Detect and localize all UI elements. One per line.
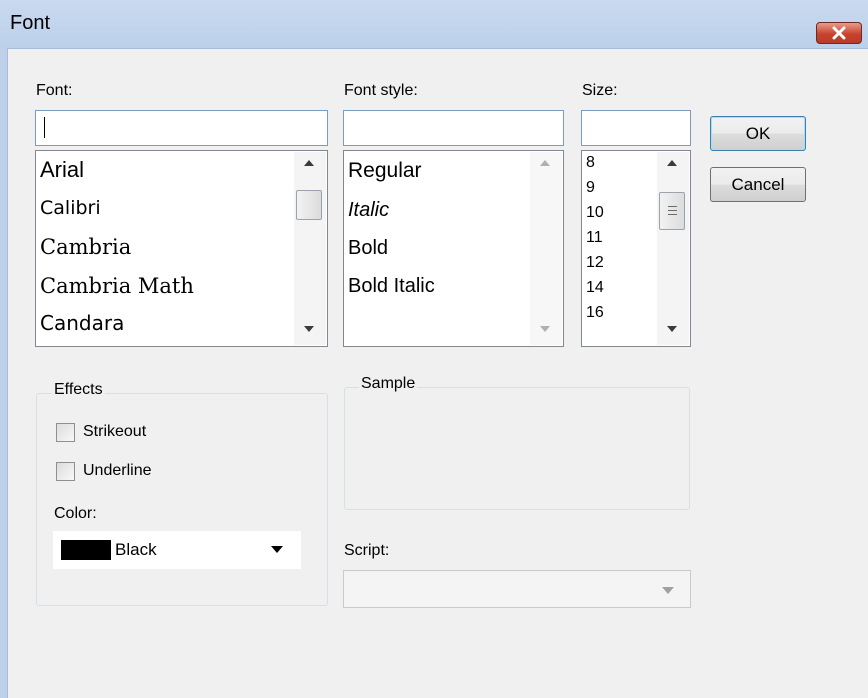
list-item[interactable]: Bold [348,237,388,260]
scroll-thumb[interactable] [659,192,685,230]
effects-group [36,393,328,606]
script-dropdown[interactable] [343,570,691,608]
scroll-up-arrow-icon [304,160,314,166]
list-item[interactable]: Cambria Math [40,274,194,298]
list-item[interactable]: Cambria [40,235,131,259]
list-item[interactable]: 10 [586,204,604,222]
script-label: Script: [344,542,390,559]
underline-label[interactable]: Underline [83,462,151,480]
cancel-button[interactable]: Cancel [710,167,806,202]
list-item[interactable]: 12 [586,254,604,272]
window-title: Font [10,12,51,34]
grip-line [668,206,677,207]
grip-line [668,214,677,215]
chevron-down-icon [271,546,283,553]
list-item[interactable]: Candara [40,311,124,335]
list-item[interactable]: 16 [586,304,604,322]
font-dialog: Font Font: Arial Calibri Cambria Cambria… [0,0,868,698]
list-item[interactable]: 14 [586,279,604,297]
scroll-up-arrow-icon [667,160,677,166]
size-list-scrollbar[interactable] [657,152,689,345]
scroll-thumb[interactable] [296,190,322,220]
font-style-scrollbar[interactable] [530,152,562,345]
font-style-label: Font style: [344,82,418,99]
color-dropdown[interactable]: Black [53,531,301,569]
list-item[interactable]: Italic [348,199,389,222]
list-item[interactable]: Bold Italic [348,275,435,298]
list-item[interactable]: 9 [586,179,595,197]
scroll-down-button[interactable] [530,318,562,342]
sample-legend: Sample [359,375,418,393]
list-item[interactable]: Calibri [40,197,101,219]
strikeout-checkbox[interactable] [56,423,75,442]
list-item[interactable]: Arial [40,157,84,183]
size-list[interactable]: 8 9 10 11 12 14 16 [581,150,691,347]
color-value: Black [115,540,157,559]
font-style-input[interactable] [343,110,564,146]
font-input[interactable] [35,110,328,146]
title-bar[interactable]: Font [0,0,868,49]
scroll-down-button[interactable] [657,318,689,342]
effects-legend: Effects [52,381,105,399]
grip-line [668,210,677,211]
list-item[interactable]: 11 [586,229,603,247]
font-label: Font: [36,82,73,99]
font-style-list[interactable]: Regular Italic Bold Bold Italic [343,150,564,347]
chevron-down-icon [662,587,674,594]
scroll-up-button[interactable] [657,152,689,176]
sample-group [344,387,690,510]
scroll-up-button[interactable] [294,152,326,176]
font-list[interactable]: Arial Calibri Cambria Cambria Math Canda… [35,150,328,347]
text-caret [44,117,45,138]
scroll-up-arrow-icon [540,160,550,166]
size-input[interactable] [581,110,691,146]
scroll-down-button[interactable] [294,318,326,342]
strikeout-label[interactable]: Strikeout [83,423,146,441]
font-list-scrollbar[interactable] [294,152,326,345]
color-swatch [61,540,111,560]
scroll-down-arrow-icon [540,326,550,332]
color-label: Color: [54,505,97,522]
scroll-down-arrow-icon [304,326,314,332]
size-label: Size: [582,82,618,99]
close-button[interactable] [816,22,862,44]
list-item[interactable]: Regular [348,159,422,183]
underline-checkbox[interactable] [56,462,75,481]
scroll-down-arrow-icon [667,326,677,332]
window-frame-edge [0,48,8,698]
ok-button[interactable]: OK [710,116,806,151]
close-icon [832,26,846,40]
list-item[interactable]: 8 [586,154,595,172]
scroll-up-button[interactable] [530,152,562,176]
